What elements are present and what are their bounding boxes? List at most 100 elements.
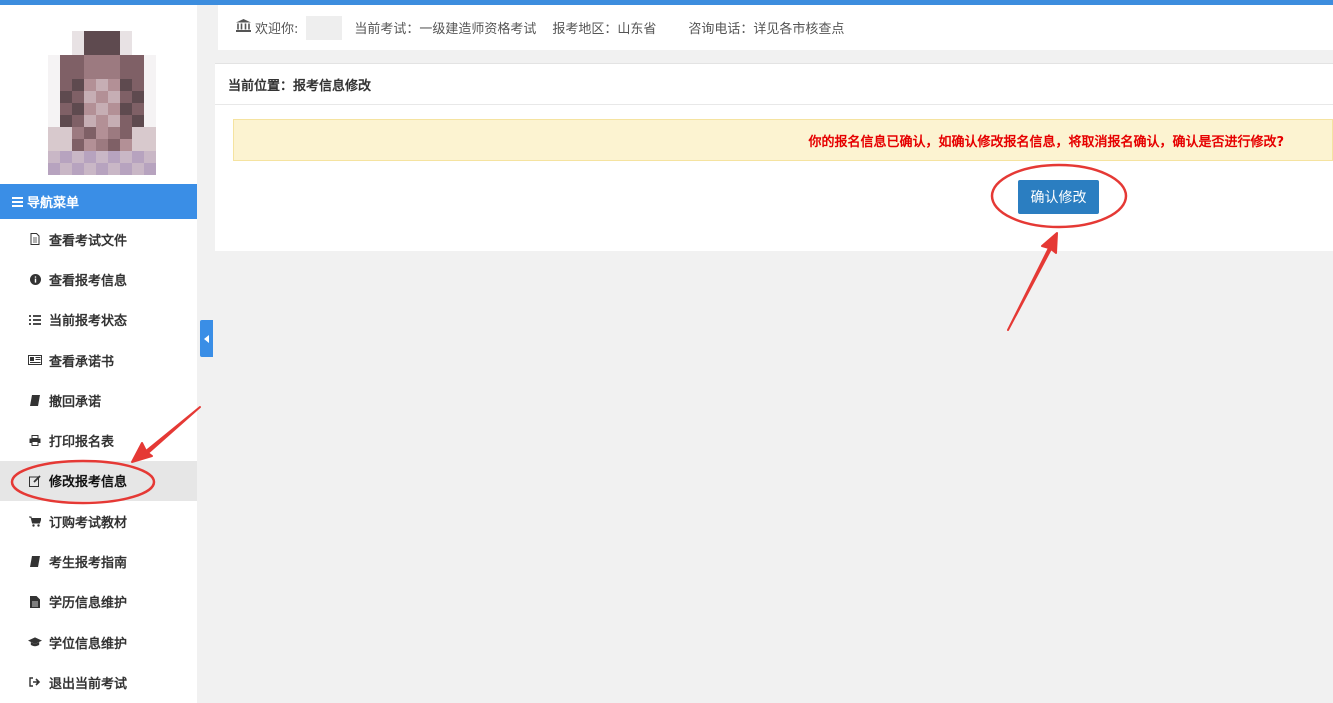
avatar-pixel (84, 103, 96, 115)
sidebar-item-label: 学位信息维护 (49, 636, 128, 652)
avatar-pixel (120, 163, 132, 175)
avatar-pixel (72, 91, 84, 103)
document-icon (28, 595, 42, 608)
avatar-pixel (132, 115, 144, 127)
avatar-pixel (72, 127, 84, 139)
avatar-pixel (60, 127, 72, 139)
sidebar-item-label: 修改报考信息 (49, 475, 128, 491)
avatar-pixel (96, 139, 108, 151)
avatar-pixel (84, 163, 96, 175)
sidebar-item-registration-guide[interactable]: 考生报考指南 (0, 541, 197, 581)
avatar-pixel (84, 139, 96, 151)
avatar-pixel (120, 67, 132, 79)
avatar-pixel (120, 103, 132, 115)
avatar-pixel (84, 55, 96, 67)
avatar-pixel (144, 31, 156, 43)
sidebar-item-view-commitment[interactable]: 查看承诺书 (0, 340, 197, 380)
avatar-pixel (144, 115, 156, 127)
avatar-pixel (48, 151, 60, 163)
sidebar-collapse-toggle[interactable] (200, 320, 213, 357)
avatar-pixel (84, 79, 96, 91)
avatar-pixel (96, 163, 108, 175)
avatar-pixel (60, 103, 72, 115)
avatar-pixel (132, 127, 144, 139)
avatar-pixel (96, 115, 108, 127)
avatar-pixel (72, 151, 84, 163)
nav-menu-title: 导航菜单 (27, 196, 80, 211)
avatar-pixel (120, 31, 132, 43)
avatar-pixel (72, 139, 84, 151)
avatar-pixel (120, 79, 132, 91)
avatar-pixel (48, 43, 60, 55)
avatar-pixel (108, 151, 120, 163)
avatar-pixel (48, 139, 60, 151)
avatar-pixel (132, 151, 144, 163)
avatar-pixel (132, 163, 144, 175)
avatar-pixel (144, 127, 156, 139)
avatar-pixel (72, 43, 84, 55)
avatar-pixel (120, 139, 132, 151)
nav-menu: 查看考试文件 查看报考信息 当前报考状态 查看承诺书 撤回承诺 打印报名表 修改… (0, 219, 197, 703)
avatar-pixel (132, 103, 144, 115)
sidebar-item-degree-info[interactable]: 学位信息维护 (0, 622, 197, 662)
sidebar-item-exit-exam[interactable]: 退出当前考试 (0, 662, 197, 702)
avatar-pixel (60, 91, 72, 103)
avatar-pixel (132, 55, 144, 67)
avatar-pixel (84, 43, 96, 55)
sidebar-item-current-status[interactable]: 当前报考状态 (0, 300, 197, 340)
header-info-bar: 欢迎你: 当前考试：一级建造师资格考试 报考地区：山东省 咨询电话：详见各市核查… (218, 5, 1333, 50)
avatar-pixel (132, 91, 144, 103)
avatar-pixel (132, 79, 144, 91)
sidebar-item-view-registration-info[interactable]: 查看报考信息 (0, 259, 197, 299)
avatar-pixel (96, 79, 108, 91)
avatar-pixel (96, 127, 108, 139)
avatar-pixel (120, 91, 132, 103)
avatar-pixel (84, 31, 96, 43)
avatar-pixel (96, 91, 108, 103)
sidebar-item-label: 考生报考指南 (49, 556, 128, 572)
sidebar-item-label: 学历信息维护 (49, 596, 128, 612)
avatar-pixel (144, 67, 156, 79)
avatar-pixel (60, 151, 72, 163)
confirm-modify-button[interactable]: 确认修改 (1018, 180, 1099, 214)
avatar-pixel (144, 163, 156, 175)
avatar-pixel (96, 103, 108, 115)
avatar-pixel (72, 79, 84, 91)
avatar-pixel (60, 79, 72, 91)
avatar-pixel (108, 139, 120, 151)
avatar-pixel (108, 103, 120, 115)
sidebar-item-withdraw-commitment[interactable]: 撤回承诺 (0, 380, 197, 420)
avatar-pixel (96, 151, 108, 163)
avatar (48, 31, 156, 175)
avatar-pixel (144, 139, 156, 151)
sidebar-item-education-info[interactable]: 学历信息维护 (0, 582, 197, 622)
avatar-pixel (108, 115, 120, 127)
sidebar: 导航菜单 查看考试文件 查看报考信息 当前报考状态 查看承诺书 撤回承诺 打印报… (0, 5, 197, 703)
breadcrumb: 当前位置：报考信息修改 (215, 64, 1333, 105)
avatar-pixel (48, 79, 60, 91)
avatar-pixel (132, 67, 144, 79)
avatar-pixel (144, 91, 156, 103)
book-icon (28, 556, 42, 568)
avatar-pixel (144, 151, 156, 163)
avatar-pixel (60, 163, 72, 175)
sidebar-item-order-textbooks[interactable]: 订购考试教材 (0, 501, 197, 541)
avatar-pixel (144, 103, 156, 115)
avatar-pixel (48, 55, 60, 67)
sidebar-item-view-exam-files[interactable]: 查看考试文件 (0, 219, 197, 259)
caret-left-icon (204, 334, 209, 343)
consult-phone: 咨询电话：详见各市核查点 (688, 22, 845, 37)
info-circle-icon (28, 273, 42, 285)
sidebar-item-print-form[interactable]: 打印报名表 (0, 420, 197, 460)
avatar-pixel (96, 55, 108, 67)
avatar-pixel (120, 43, 132, 55)
avatar-pixel (60, 55, 72, 67)
registration-region: 报考地区：山东省 (552, 22, 657, 37)
sidebar-item-label: 撤回承诺 (49, 394, 102, 410)
avatar-pixel (84, 151, 96, 163)
avatar-pixel (120, 115, 132, 127)
avatar-pixel (72, 55, 84, 67)
avatar-pixel (96, 31, 108, 43)
avatar-pixel (108, 163, 120, 175)
sidebar-item-modify-registration-info[interactable]: 修改报考信息 (0, 460, 197, 502)
